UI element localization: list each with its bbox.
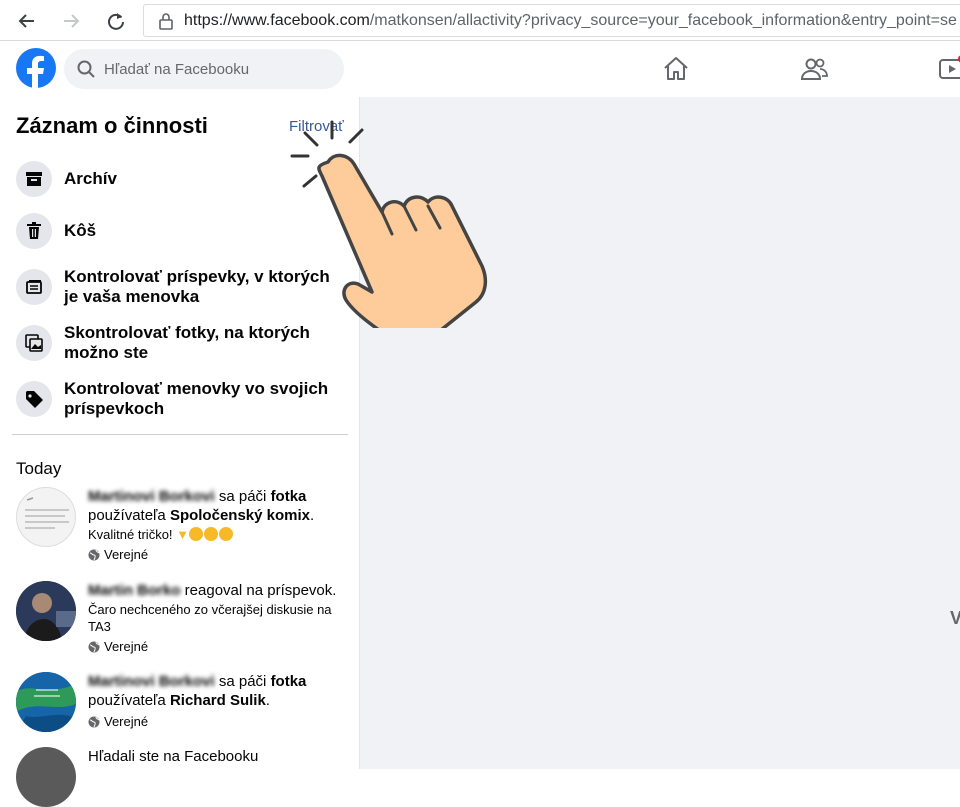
menu-item-label: Skontrolovať fotky, na ktorých možno ste — [64, 323, 310, 362]
laughing-emoji — [189, 527, 204, 541]
pointing-down-emoji: ▼ — [176, 527, 190, 542]
privacy-indicator: Verejné — [88, 639, 338, 654]
activity-text-line2: používateľa Spoločenský komix. — [88, 506, 338, 525]
activity-action: reagoval na príspevok. — [180, 582, 337, 599]
section-title-today: Today — [16, 459, 62, 478]
user-name: Martinovi Borkovi — [88, 488, 215, 505]
activity-item[interactable]: Hľadali ste na Facebooku — [16, 747, 346, 807]
menu-item-review-photos[interactable]: Skontrolovať fotky, na ktorých možno ste — [16, 323, 346, 363]
reload-icon — [108, 13, 124, 30]
search-input[interactable] — [102, 59, 326, 79]
forward-arrow-icon — [64, 14, 80, 28]
facebook-logo-icon[interactable] — [16, 48, 56, 88]
menu-item-archive[interactable]: Archív — [16, 161, 346, 197]
filter-button[interactable]: Filtrovať — [289, 118, 344, 135]
facebook-header — [0, 41, 960, 97]
address-bar[interactable]: https://www.facebook.com/matkonsen/allac… — [143, 4, 960, 37]
activity-line2-suffix: . — [265, 692, 270, 709]
menu-item-label: Archív — [64, 169, 117, 188]
privacy-label: Verejné — [104, 639, 149, 654]
friends-icon[interactable] — [800, 55, 828, 83]
activity-action: sa páči — [214, 488, 271, 505]
privacy-label: Verejné — [104, 547, 149, 562]
watch-icon[interactable] — [938, 55, 960, 83]
sidebar-divider — [12, 434, 348, 435]
page-name[interactable]: Spoločenský komix — [170, 507, 310, 524]
page-name[interactable]: Richard Sulik — [170, 692, 266, 709]
avatar — [16, 487, 76, 547]
smile-emoji — [219, 527, 234, 541]
user-name: Martin Borko — [88, 582, 181, 599]
menu-item-label: Kontrolovať menovky vo svojich príspevko… — [64, 379, 329, 418]
menu-item-label: Kôš — [64, 221, 97, 240]
quote-text: Kvalitné tričko! — [88, 527, 173, 542]
globe-icon — [88, 716, 100, 727]
activity-quote: Čaro nechceného zo včerajšej diskusie na… — [88, 602, 332, 634]
menu-item-trash[interactable]: Kôš — [16, 213, 346, 249]
activity-line2-suffix: . — [310, 507, 315, 524]
url-host: https://www.facebook.com — [184, 11, 370, 29]
activity-text: Martin Borko reagoval na príspevok. — [88, 581, 338, 600]
user-name: Martinovi Borkovi — [88, 673, 215, 690]
url-text: https://www.facebook.com/matkonsen/allac… — [184, 12, 957, 30]
archive-icon — [16, 161, 52, 197]
activity-action: sa páči — [214, 673, 271, 690]
page-title: Záznam o činnosti — [16, 113, 208, 138]
search-box[interactable] — [64, 49, 344, 89]
menu-item-review-posts[interactable]: Kontrolovať príspevky, v ktorých je vaša… — [16, 267, 346, 307]
activity-text: Martinovi Borkovi sa páči fotka — [88, 672, 338, 691]
activity-object[interactable]: fotka — [271, 488, 307, 505]
url-path: /matkonsen/allactivity?privacy_source=yo… — [369, 11, 957, 29]
avatar — [16, 581, 76, 641]
activity-line2-prefix: používateľa — [88, 507, 170, 524]
laughing-emoji — [204, 527, 219, 541]
avatar — [16, 747, 76, 807]
activity-item[interactable]: Martinovi Borkovi sa páči fotka používat… — [16, 487, 346, 562]
activity-log-sidebar: Záznam o činnosti Filtrovať Archív Kôš K… — [0, 97, 360, 807]
activity-line2-prefix: používateľa — [88, 692, 170, 709]
photos-icon — [16, 325, 52, 361]
main-content — [360, 97, 960, 769]
posts-icon — [16, 269, 52, 305]
activity-item[interactable]: Martin Borko reagoval na príspevok. Čaro… — [16, 581, 346, 654]
trash-icon — [16, 213, 52, 249]
back-arrow-icon — [18, 14, 34, 28]
activity-text-line2: používateľa Richard Sulik. — [88, 691, 338, 710]
lock-icon — [159, 12, 173, 30]
tag-icon — [16, 381, 52, 417]
activity-object[interactable]: fotka — [271, 673, 307, 690]
globe-icon — [88, 641, 100, 652]
avatar — [16, 672, 76, 732]
privacy-label: Verejné — [104, 714, 149, 729]
search-icon — [77, 60, 95, 78]
privacy-indicator: Verejné — [88, 547, 338, 562]
privacy-indicator: Verejné — [88, 714, 338, 729]
activity-quote: Kvalitné tričko! ▼ — [88, 526, 338, 543]
activity-item[interactable]: Martinovi Borkovi sa páči fotka používat… — [16, 672, 346, 732]
activity-text: Martinovi Borkovi sa páči fotka — [88, 487, 338, 506]
back-button[interactable] — [14, 8, 40, 34]
menu-item-review-tags[interactable]: Kontrolovať menovky vo svojich príspevko… — [16, 379, 346, 419]
activity-text: Hľadali ste na Facebooku — [88, 748, 259, 765]
globe-icon — [88, 549, 100, 560]
main-edge-text: V — [950, 608, 960, 628]
home-icon[interactable] — [662, 55, 690, 83]
menu-item-label: Kontrolovať príspevky, v ktorých je vaša… — [64, 267, 330, 306]
reload-button[interactable] — [103, 8, 129, 34]
forward-button[interactable] — [58, 8, 84, 34]
browser-toolbar: https://www.facebook.com/matkonsen/allac… — [0, 0, 960, 41]
